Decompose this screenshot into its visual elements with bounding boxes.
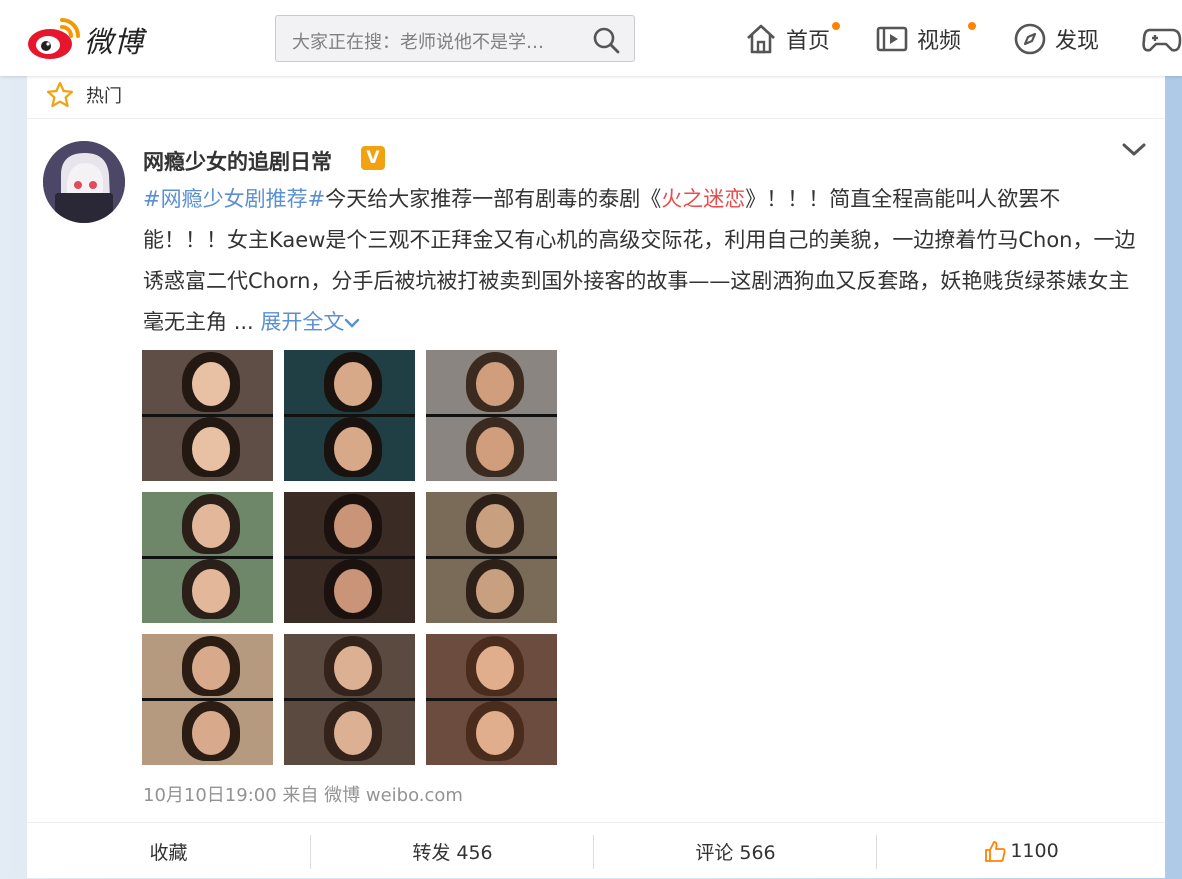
post-image[interactable] [142,634,273,765]
post-image[interactable] [142,350,273,481]
star-icon [46,81,74,108]
search-input[interactable]: 大家正在搜：老师说他不是学… [275,15,635,62]
chevron-down-icon[interactable] [1119,138,1149,162]
post-image[interactable] [284,492,415,623]
like-count: 1100 [1010,840,1059,862]
nav-video-label: 视频 [917,29,962,54]
figure-face [192,504,230,548]
comment-label: 评论 566 [695,841,776,864]
repost-label: 转发 456 [412,841,493,864]
figure-face [192,427,230,471]
ellipsis: ... [233,310,254,334]
figure-face [334,646,372,690]
game-icon[interactable] [1142,22,1182,58]
post-image[interactable] [284,350,415,481]
verified-badge: V [361,146,385,170]
figure-face [192,646,230,690]
figure-face [476,427,514,471]
drama-link[interactable]: 火之迷恋 [661,187,745,211]
chevron-down-icon [345,318,360,328]
figure-face [334,427,372,471]
post-username[interactable]: 网瘾少女的追剧日常 [143,146,332,176]
figure-face [192,711,230,755]
figure-face [192,362,230,406]
video-icon [876,26,908,52]
expand-label: 展开全文 [260,310,345,334]
post-content: #网瘾少女剧推荐#今天给大家推荐一部有剧毒的泰剧《火之迷恋》！！！简直全程高能叫… [143,179,1143,343]
nav-discover-label: 发现 [1055,29,1100,54]
expand-link[interactable]: 展开全文 [260,310,360,334]
nav-home[interactable]: 首页 [744,22,830,56]
avatar[interactable] [43,141,125,223]
post-image[interactable] [142,492,273,623]
like-button[interactable]: 1100 [877,823,1165,879]
home-notification-dot [832,22,840,30]
weibo-logo[interactable]: 微博 [26,14,158,62]
post-card: 热门 网瘾少女的追剧日常 V #网瘾少女剧推荐#今天给大家推荐一部有剧毒的泰剧《… [27,76,1165,878]
figure-face [334,569,372,613]
post-image[interactable] [426,492,557,623]
post-image[interactable] [426,350,557,481]
video-notification-dot [968,22,976,30]
post-image[interactable] [426,634,557,765]
topic-link[interactable]: #网瘾少女剧推荐# [143,187,325,211]
figure-face [192,569,230,613]
home-icon [747,24,775,54]
figure-face [476,362,514,406]
search-placeholder: 大家正在搜：老师说他不是学… [292,32,544,53]
post-meta: 10月10日19:00 来自 微博 weibo.com [143,785,463,806]
repost-button[interactable]: 转发 456 [311,823,594,879]
avatar-image [43,141,125,223]
section-label: 热门 [86,86,122,107]
favorite-button[interactable]: 收藏 [27,823,310,879]
figure-face [476,646,514,690]
search-icon[interactable] [592,26,620,54]
weibo-logo-icon [28,18,80,59]
figure-face [476,711,514,755]
nav-home-label: 首页 [786,29,831,54]
thumbs-up-icon [985,841,1006,862]
top-nav-bar: 微博 大家正在搜：老师说他不是学… 首页 视频 发现 [0,0,1182,76]
logo-text: 微博 [84,25,145,59]
comment-button[interactable]: 评论 566 [594,823,877,879]
figure-face [476,504,514,548]
post-image[interactable] [284,634,415,765]
post-text-before: 今天给大家推荐一部有剧毒的泰剧《 [325,187,662,211]
figure-face [334,711,372,755]
figure-face [334,362,372,406]
figure-face [476,569,514,613]
nav-video[interactable]: 视频 [875,22,961,56]
section-header: 热门 [27,76,1165,119]
figure-face [334,504,372,548]
action-bar: 收藏 转发 456 评论 566 1100 [27,822,1165,879]
compass-icon [1014,23,1046,55]
nav-discover[interactable]: 发现 [1013,22,1099,56]
favorite-label: 收藏 [149,841,188,864]
